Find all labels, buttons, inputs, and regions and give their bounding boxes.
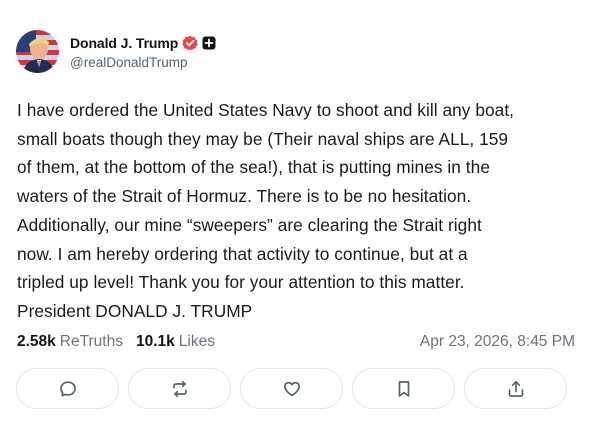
author-handle[interactable]: @realDonaldTrump: [70, 55, 216, 70]
likes-label: Likes: [178, 333, 215, 350]
author-names: Donald J. Trump @realDonaldTrump: [70, 33, 216, 70]
verified-check-icon: [182, 35, 198, 51]
action-bar: [16, 368, 567, 409]
plus-square-icon: [202, 36, 216, 50]
likes-count: 10.1k: [135, 333, 175, 350]
post-stats: 2.58k ReTruths 10.1k Likes Apr 23, 2026,…: [17, 331, 575, 353]
post-timestamp[interactable]: Apr 23, 2026, 8:45 PM: [420, 333, 575, 351]
likes-stat[interactable]: 10.1k Likes: [136, 333, 215, 351]
share-icon: [508, 380, 523, 397]
reply-button[interactable]: [16, 368, 119, 409]
like-button[interactable]: [240, 368, 343, 409]
comment-icon: [59, 380, 76, 396]
display-name[interactable]: Donald J. Trump: [70, 35, 178, 51]
retruth-button[interactable]: [128, 368, 231, 409]
name-row: Donald J. Trump: [70, 33, 216, 53]
retruths-label: ReTruths: [59, 333, 123, 350]
post-header: Donald J. Trump @realDonaldTrump: [16, 29, 216, 73]
heart-icon: [283, 381, 300, 396]
share-button[interactable]: [464, 368, 567, 409]
flag-portrait-avatar: [16, 29, 59, 73]
avatar[interactable]: [16, 29, 59, 73]
post-card: Donald J. Trump @realDonaldTrump I have …: [0, 0, 592, 427]
post-body: I have ordered the United States Navy to…: [17, 100, 515, 321]
retruths-count: 2.58k: [17, 333, 56, 350]
retruths-stat[interactable]: 2.58k ReTruths: [17, 333, 123, 351]
bookmark-icon: [398, 380, 409, 397]
retruth-icon: [172, 380, 187, 397]
bookmark-button[interactable]: [352, 368, 455, 409]
